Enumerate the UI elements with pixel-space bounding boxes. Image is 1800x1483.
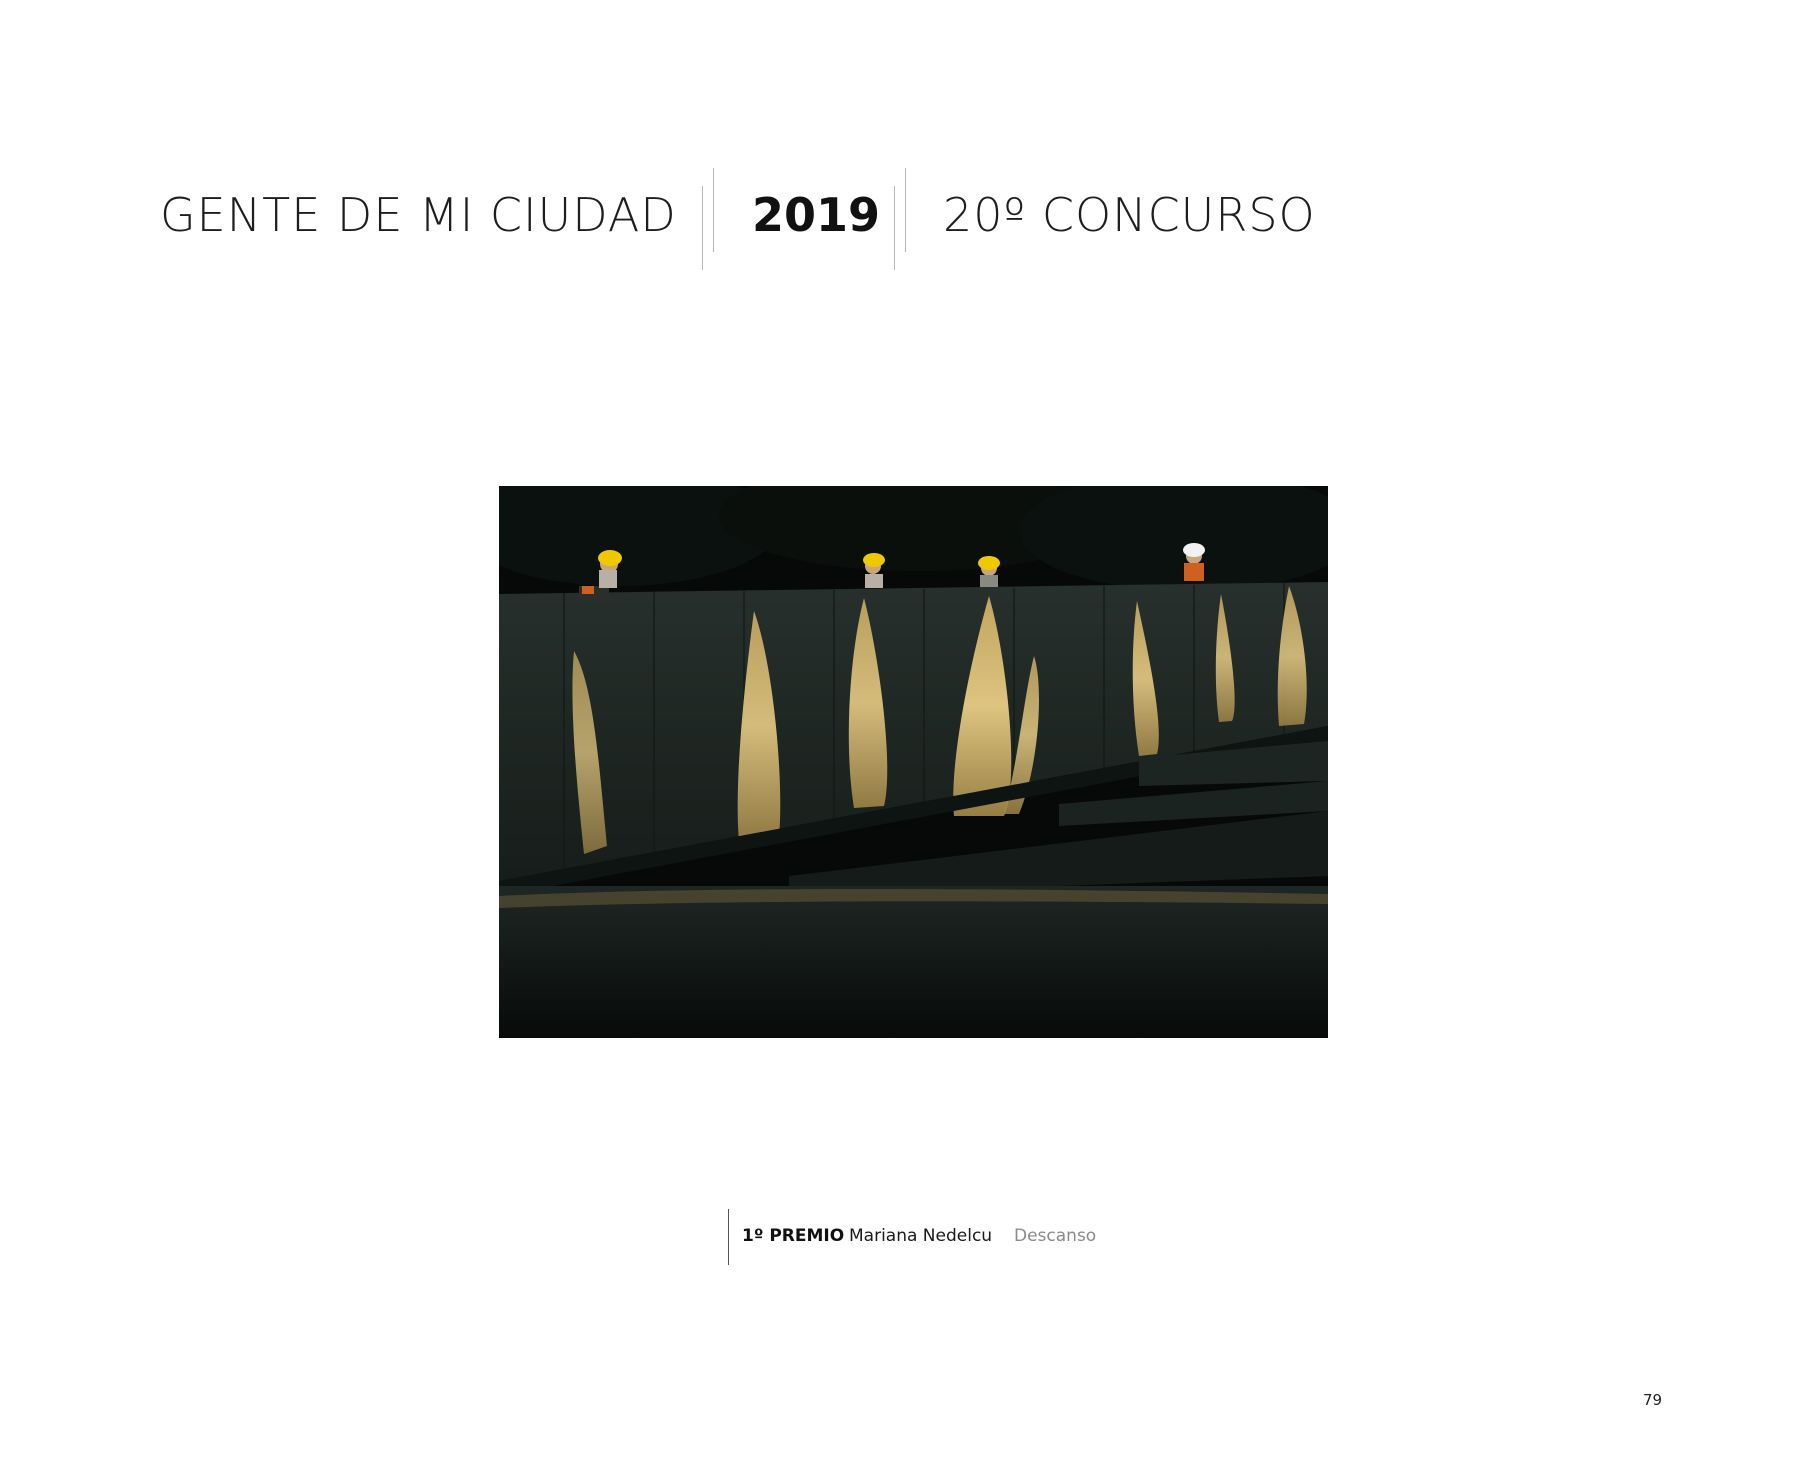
contest-year: 2019 (752, 188, 881, 242)
contest-edition: 20º CONCURSO (943, 188, 1316, 242)
caption-divider (728, 1209, 729, 1265)
page-header: GENTE DE MI CIUDAD 2019 20º CONCURSO (0, 0, 1800, 300)
author-name: Mariana Nedelcu (849, 1226, 993, 1246)
header-divider (894, 186, 895, 270)
page-number: 79 (1643, 1391, 1663, 1409)
series-title: GENTE DE MI CIUDAD (160, 188, 677, 242)
header-divider (702, 186, 703, 270)
header-divider (905, 168, 906, 252)
work-title: Descanso (1014, 1226, 1097, 1246)
winning-photograph (499, 486, 1328, 1038)
prize-label: 1º PREMIO (742, 1226, 845, 1246)
header-divider (713, 168, 714, 252)
